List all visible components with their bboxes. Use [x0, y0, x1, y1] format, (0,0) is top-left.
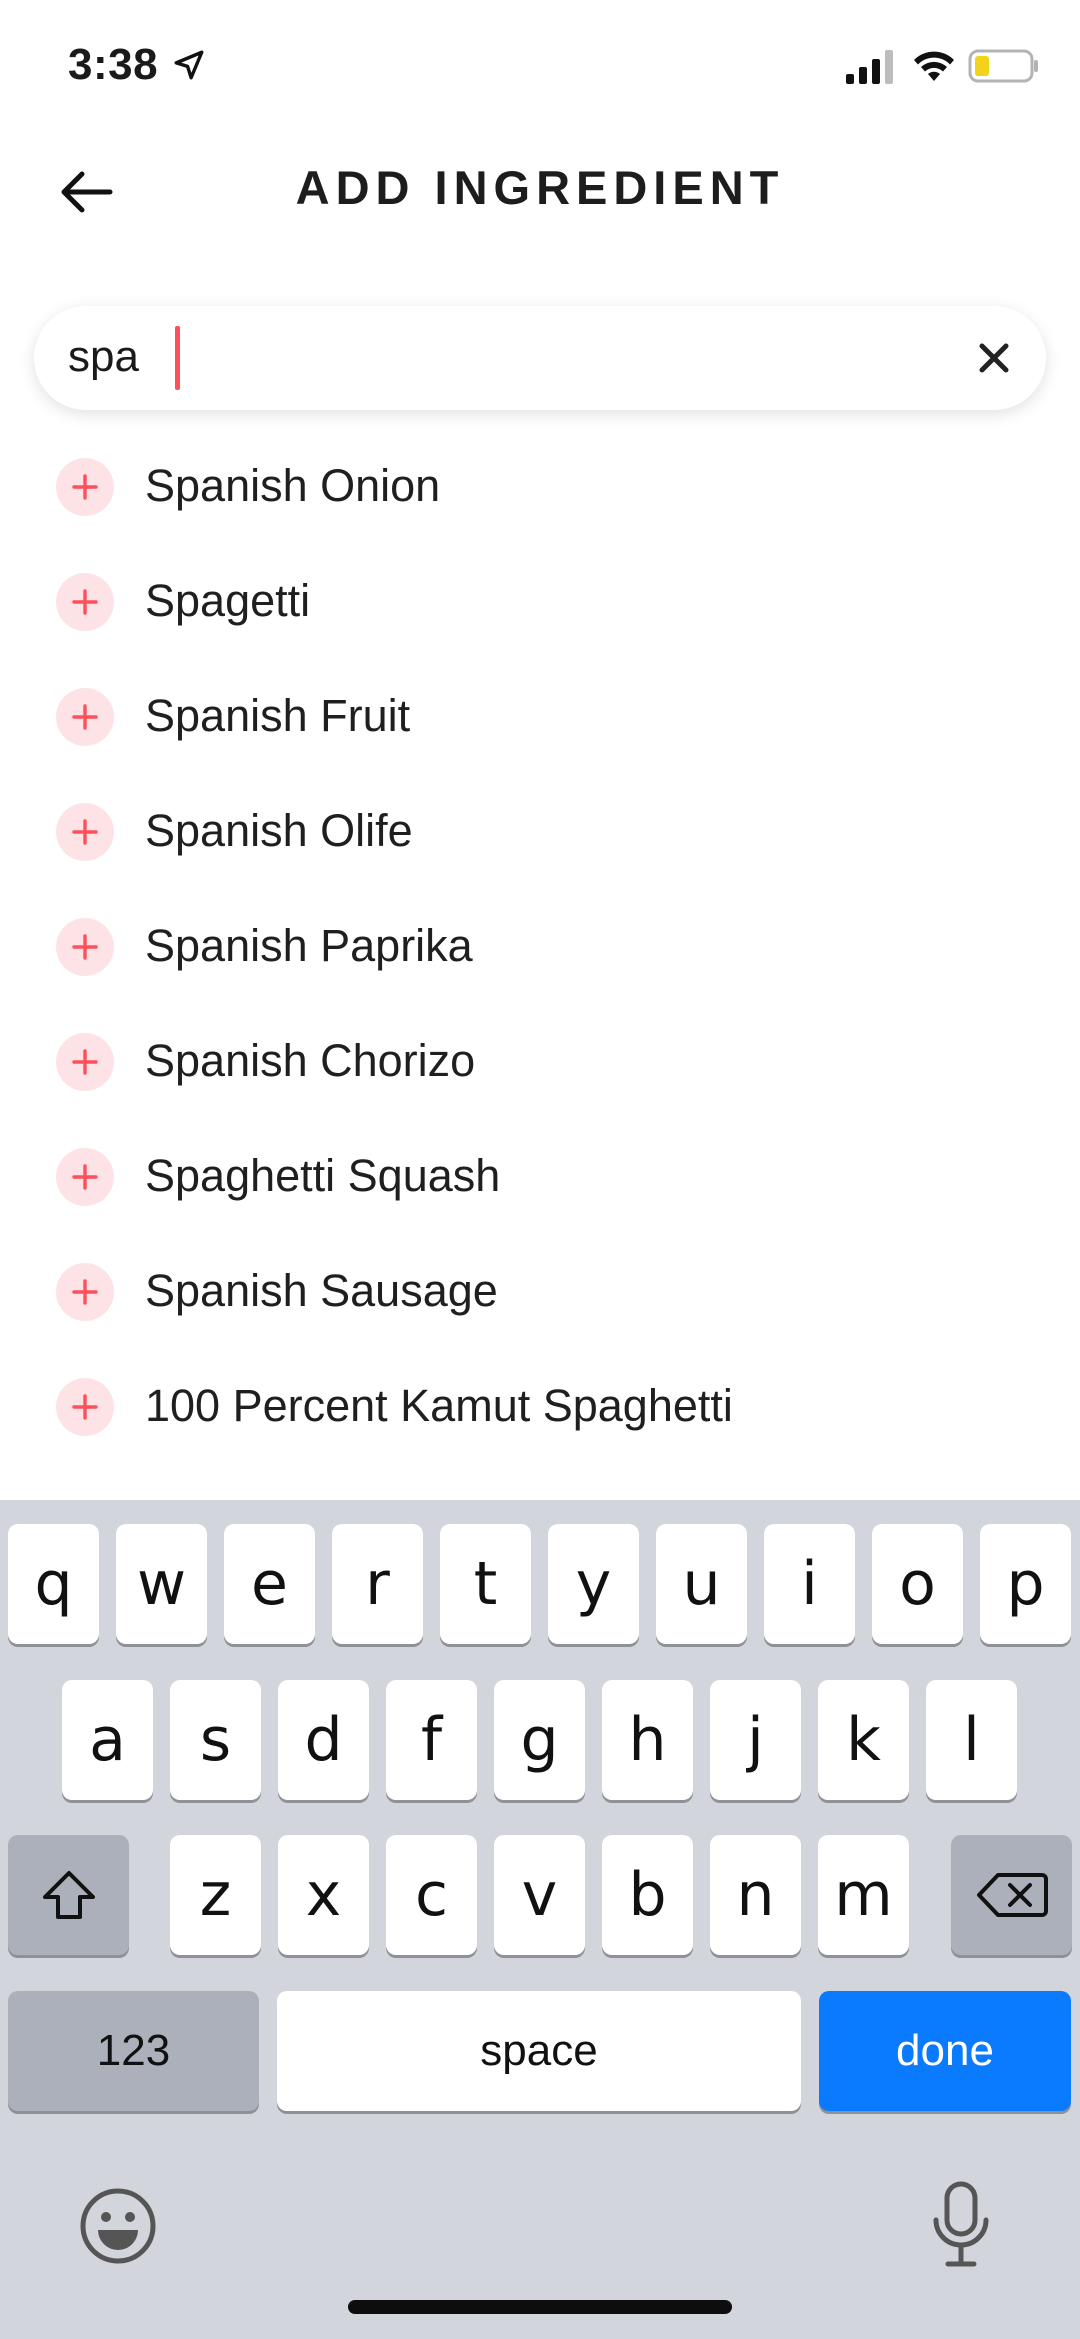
ingredient-label: Spagetti	[145, 575, 311, 626]
ingredient-result-item[interactable]: Spanish Sausage	[0, 1235, 1080, 1350]
ingredient-result-item[interactable]: Spanish Paprika	[0, 890, 1080, 1005]
key-x[interactable]: x	[278, 1835, 369, 1955]
text-caret	[175, 326, 180, 390]
signal-icon	[846, 50, 893, 84]
key-k[interactable]: k	[818, 1680, 909, 1800]
key-b[interactable]: b	[602, 1835, 693, 1955]
ingredient-result-item[interactable]: 100 Percent Kamut Spaghetti	[0, 1350, 1080, 1465]
add-icon[interactable]	[56, 1263, 114, 1321]
ingredient-label: Spanish Fruit	[145, 690, 411, 741]
key-s[interactable]: s	[170, 1680, 261, 1800]
ingredient-label: Spanish Onion	[145, 460, 441, 511]
ingredient-label: Spaghetti Squash	[145, 1150, 501, 1201]
key-t[interactable]: t	[440, 1524, 531, 1644]
key-j[interactable]: j	[710, 1680, 801, 1800]
key-g[interactable]: g	[494, 1680, 585, 1800]
add-icon[interactable]	[56, 1148, 114, 1206]
ingredient-label: Spanish Chorizo	[145, 1035, 476, 1086]
key-v[interactable]: v	[494, 1835, 585, 1955]
status-bar: 3:38	[0, 0, 1080, 132]
add-icon[interactable]	[56, 803, 114, 861]
done-key[interactable]: done	[819, 1991, 1071, 2111]
key-f[interactable]: f	[386, 1680, 477, 1800]
shift-key[interactable]	[8, 1835, 129, 1955]
shift-icon	[42, 1871, 95, 1919]
add-icon[interactable]	[56, 458, 114, 516]
key-u[interactable]: u	[656, 1524, 747, 1644]
add-icon[interactable]	[56, 918, 114, 976]
add-icon[interactable]	[56, 1033, 114, 1091]
close-icon	[979, 343, 1009, 373]
on-screen-keyboard: q w e r t y u i o p a s d f g h j k l z …	[0, 1500, 1080, 2339]
ingredient-label: 100 Percent Kamut Spaghetti	[145, 1380, 733, 1431]
key-i[interactable]: i	[764, 1524, 855, 1644]
key-q[interactable]: q	[8, 1524, 99, 1644]
search-input-value: spa	[68, 332, 139, 381]
home-indicator[interactable]	[348, 2300, 732, 2314]
emoji-icon[interactable]	[78, 2186, 158, 2266]
add-icon[interactable]	[56, 1378, 114, 1436]
key-w[interactable]: w	[116, 1524, 207, 1644]
key-r[interactable]: r	[332, 1524, 423, 1644]
space-key[interactable]: space	[277, 1991, 801, 2111]
ingredient-label: Spanish Paprika	[145, 920, 473, 971]
ingredient-result-item[interactable]: Spaghetti Squash	[0, 1120, 1080, 1235]
numbers-key[interactable]: 123	[8, 1991, 259, 2111]
key-c[interactable]: c	[386, 1835, 477, 1955]
key-z[interactable]: z	[170, 1835, 261, 1955]
key-l[interactable]: l	[926, 1680, 1017, 1800]
ingredient-label: Spanish Sausage	[145, 1265, 498, 1316]
clear-search-button[interactable]	[970, 334, 1018, 382]
wifi-icon	[914, 51, 954, 81]
key-a[interactable]: a	[62, 1680, 153, 1800]
ingredient-result-item[interactable]: Spanish Fruit	[0, 660, 1080, 775]
key-p[interactable]: p	[980, 1524, 1071, 1644]
key-m[interactable]: m	[818, 1835, 909, 1955]
ingredient-result-item[interactable]: Spagetti	[0, 545, 1080, 660]
key-h[interactable]: h	[602, 1680, 693, 1800]
microphone-icon[interactable]	[930, 2180, 992, 2270]
key-n[interactable]: n	[710, 1835, 801, 1955]
key-y[interactable]: y	[548, 1524, 639, 1644]
header: ADD INGREDIENT	[0, 140, 1080, 240]
search-input[interactable]: spa	[34, 306, 1046, 410]
add-icon[interactable]	[56, 573, 114, 631]
backspace-icon	[976, 1873, 1048, 1917]
location-arrow-icon	[174, 50, 204, 80]
ingredient-results-list: Spanish Onion Spagetti Spanish Fruit Spa…	[0, 430, 1080, 1500]
ingredient-result-item[interactable]: Spanish Onion	[0, 430, 1080, 545]
status-time: 3:38	[68, 40, 159, 89]
key-e[interactable]: e	[224, 1524, 315, 1644]
backspace-key[interactable]	[951, 1835, 1072, 1955]
page-title: ADD INGREDIENT	[295, 161, 785, 214]
ingredient-label: Spanish Olife	[145, 805, 413, 856]
ingredient-result-item[interactable]: Spanish Olife	[0, 775, 1080, 890]
ingredient-result-item[interactable]: Spanish Chorizo	[0, 1005, 1080, 1120]
add-icon[interactable]	[56, 688, 114, 746]
key-o[interactable]: o	[872, 1524, 963, 1644]
battery-icon	[968, 49, 1038, 83]
key-d[interactable]: d	[278, 1680, 369, 1800]
